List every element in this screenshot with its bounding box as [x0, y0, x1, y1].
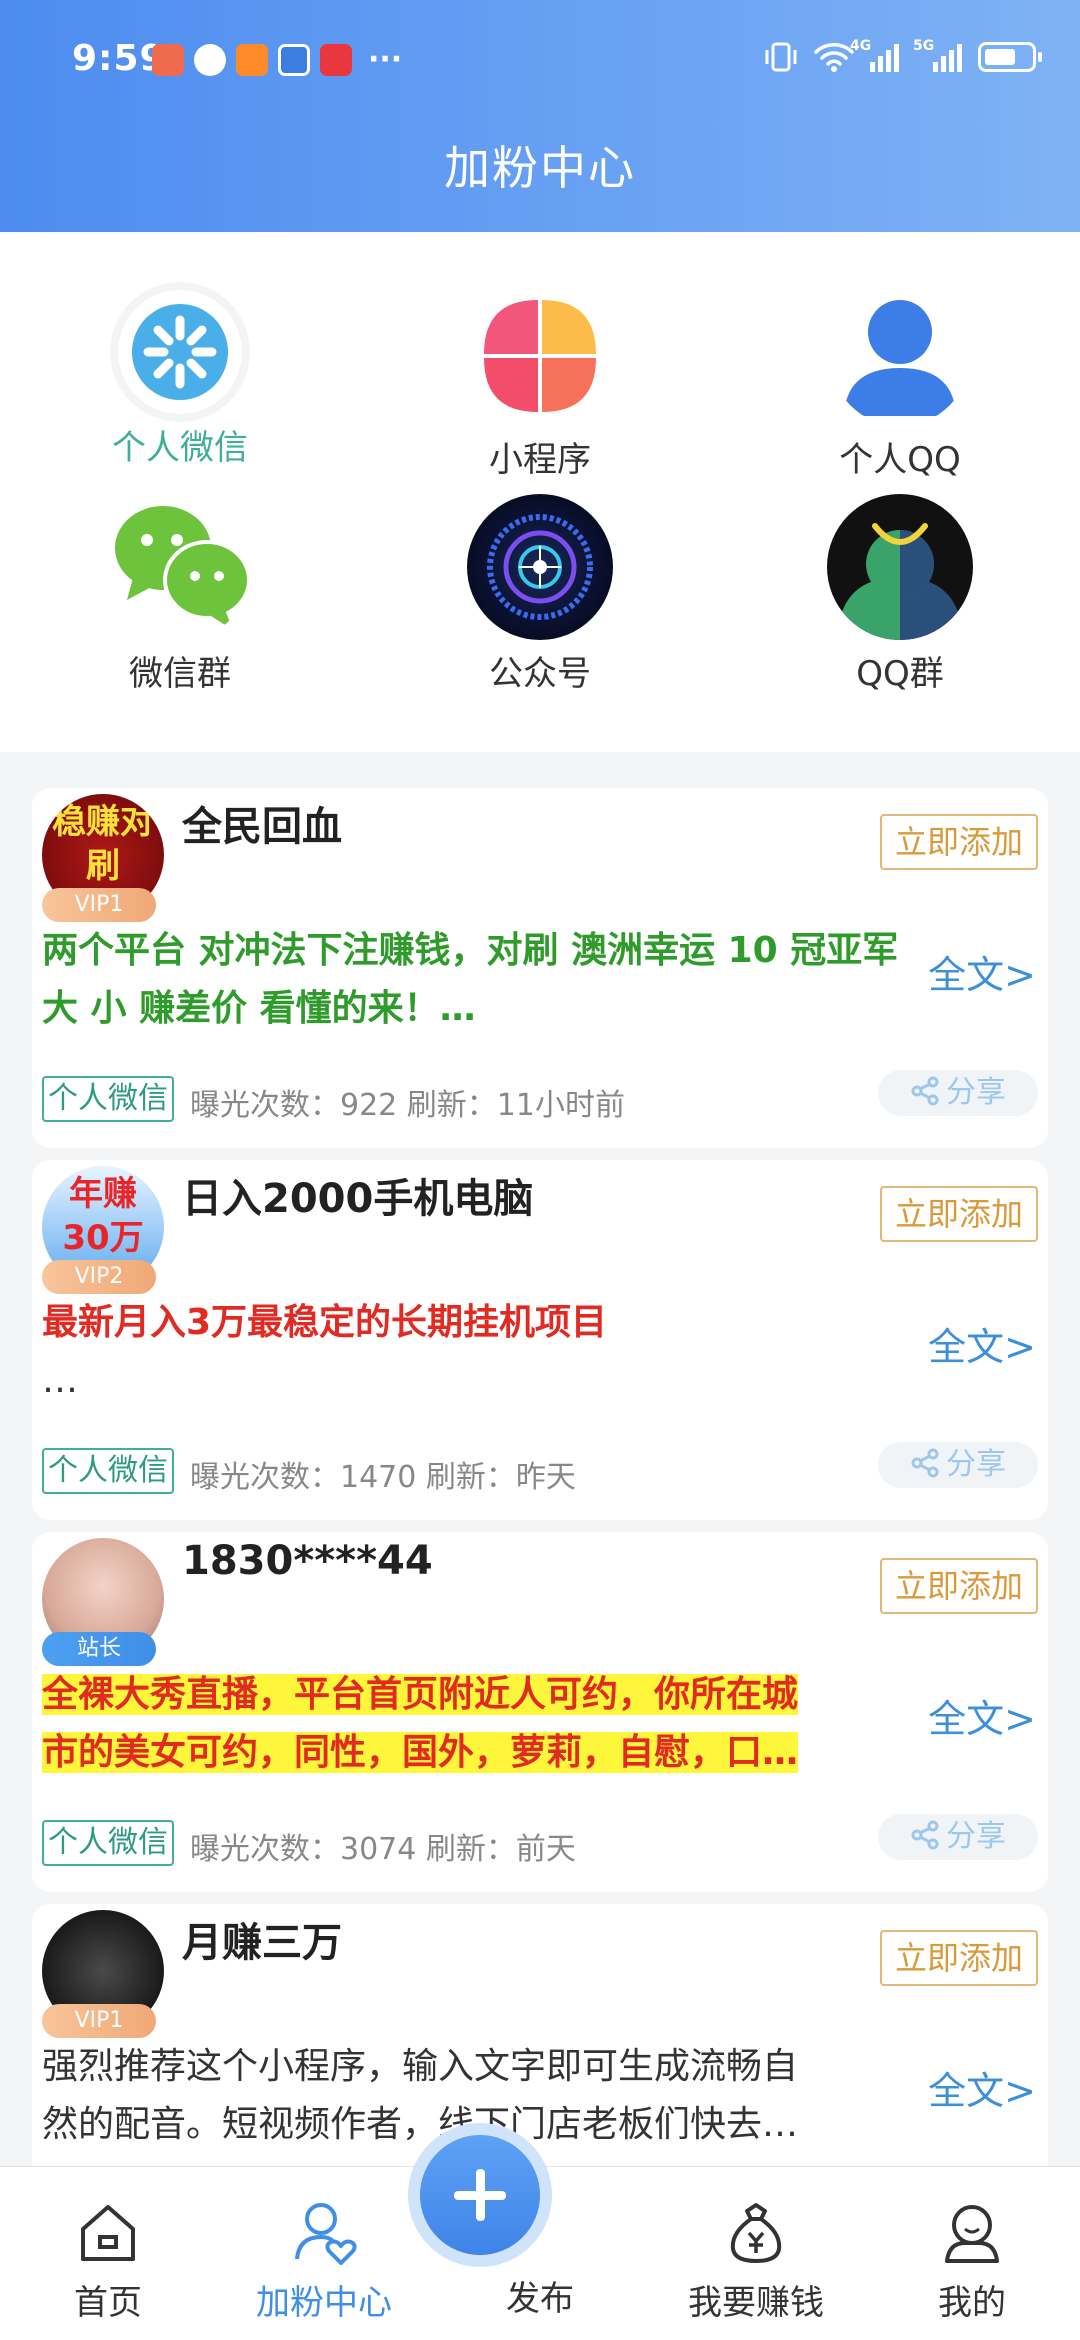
- vip-badge: VIP1: [42, 888, 156, 922]
- mini-program-icon: [470, 286, 610, 426]
- category-personal-qq[interactable]: 个人QQ: [780, 286, 1020, 481]
- category-tag: 个人微信: [42, 1448, 174, 1494]
- nav-profile[interactable]: 我的: [892, 2197, 1052, 2324]
- signal-5g-icon: 5G: [913, 38, 962, 72]
- full-text-link[interactable]: 全文>: [928, 944, 1036, 999]
- category-label: 个人QQ: [839, 440, 961, 480]
- description-line: 最新月入3万最稳定的长期挂机项目: [42, 1302, 608, 1343]
- category-grid: 个人微信 小程序 个人QQ 微信群 公众号 QQ群: [0, 232, 1080, 752]
- wechat-group-icon: [107, 494, 253, 640]
- nav-publish[interactable]: 发布: [408, 2123, 620, 2320]
- share-button[interactable]: 分享: [878, 1814, 1038, 1860]
- category-label: 小程序: [489, 440, 591, 480]
- category-label: QQ群: [856, 654, 944, 694]
- profile-icon: [945, 2205, 999, 2263]
- category-tag: 个人微信: [42, 1820, 174, 1866]
- publish-plus-icon[interactable]: [408, 2123, 552, 2267]
- nav-label: 加粉中心: [256, 2283, 392, 2323]
- category-mini-program[interactable]: 小程序: [420, 286, 660, 481]
- page-title: 加粉中心: [444, 141, 636, 195]
- status-bar: 9:59 ··· 4G 5G: [0, 0, 1080, 120]
- full-text-link[interactable]: 全文>: [928, 1688, 1036, 1743]
- description-line: …: [42, 1360, 78, 1401]
- fans-center-icon: [295, 2203, 357, 2265]
- nav-fans-center[interactable]: 加粉中心: [244, 2197, 404, 2324]
- qq-group-icon: [827, 494, 973, 640]
- add-now-button[interactable]: 立即添加: [880, 814, 1038, 870]
- official-account-icon: [467, 494, 613, 640]
- app-notification-icon: [152, 44, 184, 76]
- wechat-personal-icon: [118, 290, 242, 414]
- listing-title: 月赚三万: [182, 1920, 342, 1966]
- app-header: 9:59 ··· 4G 5G 加粉中心: [0, 0, 1080, 232]
- more-notifications-icon: ···: [368, 42, 403, 77]
- book-notification-icon: [320, 44, 352, 76]
- category-official-account[interactable]: 公众号: [420, 494, 660, 695]
- listing-stats: 曝光次数：3074 刷新：前天: [190, 1832, 576, 1867]
- description-line: 市的美女可约，同性，国外，萝莉，自慰，口…: [42, 1732, 799, 1773]
- wechat-notification-icon: [194, 44, 226, 76]
- system-icons: 4G 5G: [764, 38, 1042, 74]
- admin-badge: 站长: [42, 1632, 156, 1666]
- listing-description: 两个平台 对冲法下注赚钱，对刷 澳洲幸运 10 冠亚军 大 小 赚差价 看懂的来…: [42, 930, 899, 1029]
- signal-4g-icon: 4G: [850, 38, 899, 72]
- nav-label: 我的: [938, 2283, 1006, 2323]
- listing-stats: 曝光次数：922 刷新：11小时前: [190, 1088, 625, 1123]
- listing-title: 日入2000手机电脑: [182, 1176, 534, 1222]
- vip-badge: VIP1: [42, 2004, 156, 2038]
- vibrate-icon: [765, 42, 797, 72]
- category-label: 公众号: [489, 654, 591, 694]
- wifi-icon: [814, 43, 854, 72]
- listing-title: 1830****44: [182, 1538, 433, 1584]
- category-wechat-group[interactable]: 微信群: [60, 494, 300, 695]
- qq-personal-icon: [830, 286, 970, 426]
- full-text-link[interactable]: 全文>: [928, 2060, 1036, 2115]
- category-qq-group[interactable]: QQ群: [780, 494, 1020, 695]
- description-line: 全裸大秀直播，平台首页附近人可约，你所在城: [42, 1674, 799, 1715]
- share-icon: [911, 1448, 939, 1478]
- category-personal-wechat[interactable]: 个人微信: [60, 290, 300, 469]
- signal-5g-label: 5G: [913, 38, 935, 54]
- add-now-button[interactable]: 立即添加: [880, 1558, 1038, 1614]
- add-now-button[interactable]: 立即添加: [880, 1186, 1038, 1242]
- bottom-navigation: 首页 加粉中心 发布 我要赚钱 我的: [0, 2123, 1080, 2340]
- description-line: 强烈推荐这个小程序，输入文字即可生成流畅自: [42, 2046, 799, 2087]
- listing-card[interactable]: 稳赚对刷 VIP1 全民回血 立即添加 两个平台 对冲法下注赚钱，对刷 澳洲幸运…: [32, 788, 1048, 1148]
- signal-4g-label: 4G: [850, 38, 872, 54]
- listing-card[interactable]: 站长 1830****44 立即添加 全裸大秀直播，平台首页附近人可约，你所在城…: [32, 1532, 1048, 1892]
- home-icon: [81, 2205, 135, 2261]
- share-button[interactable]: 分享: [878, 1442, 1038, 1488]
- taobao-notification-icon: [236, 44, 268, 76]
- nav-earn-money[interactable]: 我要赚钱: [676, 2197, 836, 2324]
- full-text-link[interactable]: 全文>: [928, 1316, 1036, 1371]
- add-now-button[interactable]: 立即添加: [880, 1930, 1038, 1986]
- listing-description: 最新月入3万最稳定的长期挂机项目 …: [42, 1294, 902, 1410]
- vip-badge: VIP2: [42, 1260, 156, 1294]
- listing-description: 全裸大秀直播，平台首页附近人可约，你所在城 市的美女可约，同性，国外，萝莉，自慰…: [42, 1666, 902, 1782]
- share-label: 分享: [946, 1075, 1006, 1110]
- nav-home[interactable]: 首页: [28, 2197, 188, 2324]
- avatar-caption: 稳赚对刷: [52, 802, 154, 886]
- nav-label: 首页: [74, 2283, 142, 2323]
- avatar-caption: 年赚30万: [62, 1174, 144, 1258]
- browser-notification-icon: [278, 44, 310, 76]
- listing-title: 全民回血: [182, 804, 342, 850]
- category-label: 个人微信: [112, 428, 248, 468]
- battery-icon: [978, 42, 1042, 72]
- share-icon: [911, 1076, 939, 1106]
- share-label: 分享: [946, 1819, 1006, 1854]
- nav-label: 我要赚钱: [688, 2283, 824, 2323]
- listing-stats: 曝光次数：1470 刷新：昨天: [190, 1460, 576, 1495]
- nav-label: 发布: [506, 2279, 574, 2319]
- category-tag: 个人微信: [42, 1076, 174, 1122]
- listing-card[interactable]: 年赚30万 VIP2 日入2000手机电脑 立即添加 最新月入3万最稳定的长期挂…: [32, 1160, 1048, 1520]
- share-icon: [911, 1820, 939, 1850]
- notification-icons: ···: [152, 44, 402, 76]
- money-bag-icon: [730, 2203, 782, 2264]
- share-button[interactable]: 分享: [878, 1070, 1038, 1116]
- share-label: 分享: [946, 1447, 1006, 1482]
- category-label: 微信群: [129, 654, 231, 694]
